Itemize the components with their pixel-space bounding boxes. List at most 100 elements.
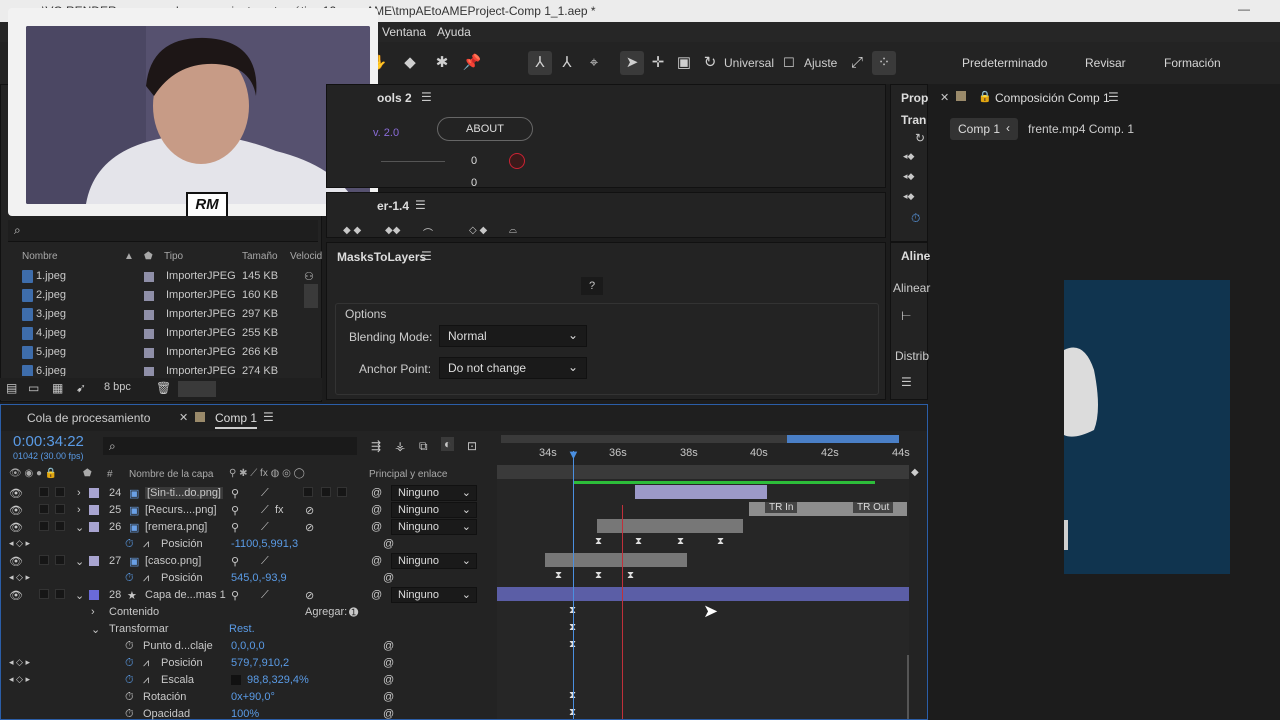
- layer-row-28[interactable]: 👁 ⌄ 28 ★ Capa de...mas 1 ⚲ ⟋ ⊘ @ Ninguno…: [3, 587, 497, 604]
- trash-icon[interactable]: 🗑: [156, 381, 171, 395]
- lock-checkbox[interactable]: [55, 487, 65, 497]
- work-area-bar[interactable]: [501, 435, 899, 443]
- quality-switch-icon[interactable]: ⟋: [261, 487, 269, 500]
- graph-icon[interactable]: ⩘: [143, 572, 149, 585]
- switch-checkbox[interactable]: [321, 487, 331, 497]
- property-value[interactable]: 100%: [231, 708, 259, 720]
- lock-icon[interactable]: 🔒: [978, 90, 992, 103]
- ease-curve-icon[interactable]: ⌒: [423, 225, 433, 240]
- blending-mode-select[interactable]: Normal ⌄: [439, 325, 587, 347]
- project-search-input[interactable]: ⌕: [8, 220, 318, 242]
- layer-name[interactable]: [Recurs....png]: [145, 504, 217, 516]
- layer-name[interactable]: [remera.png]: [145, 521, 207, 533]
- parent-select[interactable]: Ninguno ⌄: [391, 502, 477, 518]
- axis-view-icon[interactable]: ⌖: [582, 51, 606, 75]
- pickwhip-icon[interactable]: @: [383, 572, 394, 584]
- list-item[interactable]: 1.jpeg ImporterJPEG 145 KB ⚇: [8, 267, 318, 286]
- chevron-down-icon[interactable]: ⌄: [91, 623, 100, 636]
- draft-3d-icon[interactable]: ⚶: [395, 439, 405, 453]
- keyframe-icon[interactable]: ⧗: [595, 536, 602, 547]
- comp-mini-flowchart-icon[interactable]: ⇶: [371, 439, 381, 453]
- eye-icon[interactable]: 👁: [9, 555, 23, 568]
- property-row[interactable]: ◂ ◇ ▸ ⏱ ⩘ Posición 545,0,-93,9 @: [3, 570, 497, 587]
- shy-switch-icon[interactable]: ⚲: [231, 487, 239, 500]
- solo-checkbox[interactable]: [39, 521, 49, 531]
- folder-icon[interactable]: ▭: [28, 381, 39, 395]
- distribute-icon[interactable]: ☰: [901, 375, 912, 389]
- pickwhip-icon[interactable]: @: [383, 657, 394, 669]
- stopwatch-icon[interactable]: ⏱: [125, 657, 134, 670]
- keyframe-icon[interactable]: ⧗: [627, 570, 634, 581]
- work-area-range[interactable]: [787, 435, 899, 443]
- render-icon[interactable]: ➹: [76, 381, 86, 395]
- tab-render-queue[interactable]: Cola de procesamiento: [27, 411, 150, 425]
- current-timecode[interactable]: 0:00:34:22: [13, 433, 84, 450]
- layer-row-24[interactable]: 👁 › 24 ▣ [Sin-ti...do.png] ⚲ ⟋ @ Ninguno…: [3, 485, 497, 502]
- motion-blur-switch-icon[interactable]: ⊘: [305, 589, 314, 602]
- parent-select[interactable]: Ninguno ⌄: [391, 553, 477, 569]
- panel-menu-icon[interactable]: ☰: [421, 90, 432, 104]
- motion-blur-switch-icon[interactable]: ⊘: [305, 504, 314, 517]
- parent-select[interactable]: Ninguno ⌄: [391, 587, 477, 603]
- reset-icon[interactable]: ↻: [915, 131, 925, 145]
- pickwhip-icon[interactable]: @: [383, 708, 394, 720]
- keyframe-nav-icon[interactable]: ◂ ◇ ▸: [9, 572, 30, 583]
- shy-icon[interactable]: ⧉: [419, 439, 428, 454]
- playhead-handle-icon[interactable]: ▼: [567, 447, 580, 462]
- graph-icon[interactable]: ⩘: [143, 674, 149, 687]
- new-comp-icon[interactable]: ▦: [52, 381, 63, 395]
- ease-linear-icon[interactable]: ◆ ◆: [343, 225, 361, 236]
- close-icon[interactable]: ✕: [179, 411, 188, 424]
- close-icon[interactable]: ✕: [940, 91, 949, 104]
- breadcrumb-comp1[interactable]: Comp 1 ‹: [950, 118, 1018, 140]
- timeline-scrollbar[interactable]: [907, 655, 909, 719]
- lock-checkbox[interactable]: [55, 521, 65, 531]
- list-item[interactable]: 3.jpeg ImporterJPEG 297 KB: [8, 305, 318, 324]
- slider-value[interactable]: 0: [471, 155, 477, 167]
- col-nombre[interactable]: Nombre: [22, 251, 58, 262]
- keyframe-icon[interactable]: ⧗: [677, 536, 684, 547]
- layer-bar-28[interactable]: [497, 587, 909, 601]
- property-row[interactable]: ⏱ Rotación 0x+90,0° @: [3, 689, 497, 706]
- help-button[interactable]: ?: [581, 277, 603, 295]
- breadcrumb-frente[interactable]: frente.mp4 Comp. 1: [1028, 122, 1134, 136]
- list-item[interactable]: 5.jpeg ImporterJPEG 266 KB: [8, 343, 318, 362]
- workspace-predeterminado[interactable]: Predeterminado: [962, 56, 1047, 70]
- list-item[interactable]: 2.jpeg ImporterJPEG 160 KB: [8, 286, 318, 305]
- quality-switch-icon[interactable]: ⟋: [261, 504, 269, 517]
- ease-bounce-icon[interactable]: ⌓: [509, 225, 517, 236]
- pickwhip-icon[interactable]: @: [371, 487, 382, 499]
- list-item[interactable]: 6.jpeg ImporterJPEG 274 KB: [8, 362, 318, 376]
- slider-value-2[interactable]: 0: [471, 177, 477, 189]
- list-item[interactable]: 4.jpeg ImporterJPEG 255 KB: [8, 324, 318, 343]
- layer-name[interactable]: [casco.png]: [145, 555, 201, 567]
- grid-icon[interactable]: ⁘: [872, 51, 896, 75]
- col-velocidad[interactable]: Velocid: [290, 251, 322, 262]
- pin-icon[interactable]: 📌: [460, 51, 484, 75]
- keyframe-icon[interactable]: ⧗: [595, 570, 602, 581]
- layer-bar-26[interactable]: [597, 519, 743, 533]
- marker-tr-in[interactable]: TR In: [765, 502, 798, 513]
- stopwatch-icon[interactable]: ⏱: [125, 691, 134, 704]
- pickwhip-icon[interactable]: @: [371, 504, 382, 516]
- col-tipo[interactable]: Tipo: [164, 251, 183, 262]
- chevron-right-icon[interactable]: ›: [91, 606, 95, 618]
- panel-menu-icon[interactable]: ☰: [1108, 90, 1119, 104]
- lock-checkbox[interactable]: [55, 555, 65, 565]
- chevron-down-icon[interactable]: ⌄: [75, 589, 84, 602]
- pickwhip-icon[interactable]: @: [371, 521, 382, 533]
- interpret-icon[interactable]: ▤: [6, 381, 17, 395]
- panel-menu-icon[interactable]: ☰: [421, 249, 432, 263]
- keyframe-icon[interactable]: ⧗: [635, 536, 642, 547]
- property-row[interactable]: ⏱ Punto d...claje 0,0,0,0 @: [3, 638, 497, 655]
- switch-checkbox[interactable]: [303, 487, 313, 497]
- shy-switch-icon[interactable]: ⚲: [231, 504, 239, 517]
- keyframe-nav-icon[interactable]: ◂ ◇ ▸: [9, 657, 30, 668]
- layer-bar-24[interactable]: [635, 485, 767, 499]
- parent-header[interactable]: Principal y enlace: [369, 469, 447, 480]
- stopwatch-icon[interactable]: ⏱: [125, 640, 134, 653]
- layer-row-27[interactable]: 👁 ⌄ 27 ▣ [casco.png] ⚲ ⟋ @ Ninguno ⌄: [3, 553, 497, 570]
- scrollbar[interactable]: [304, 284, 318, 308]
- panel-menu-icon[interactable]: ☰: [263, 410, 274, 424]
- chevron-right-icon[interactable]: ›: [77, 487, 81, 499]
